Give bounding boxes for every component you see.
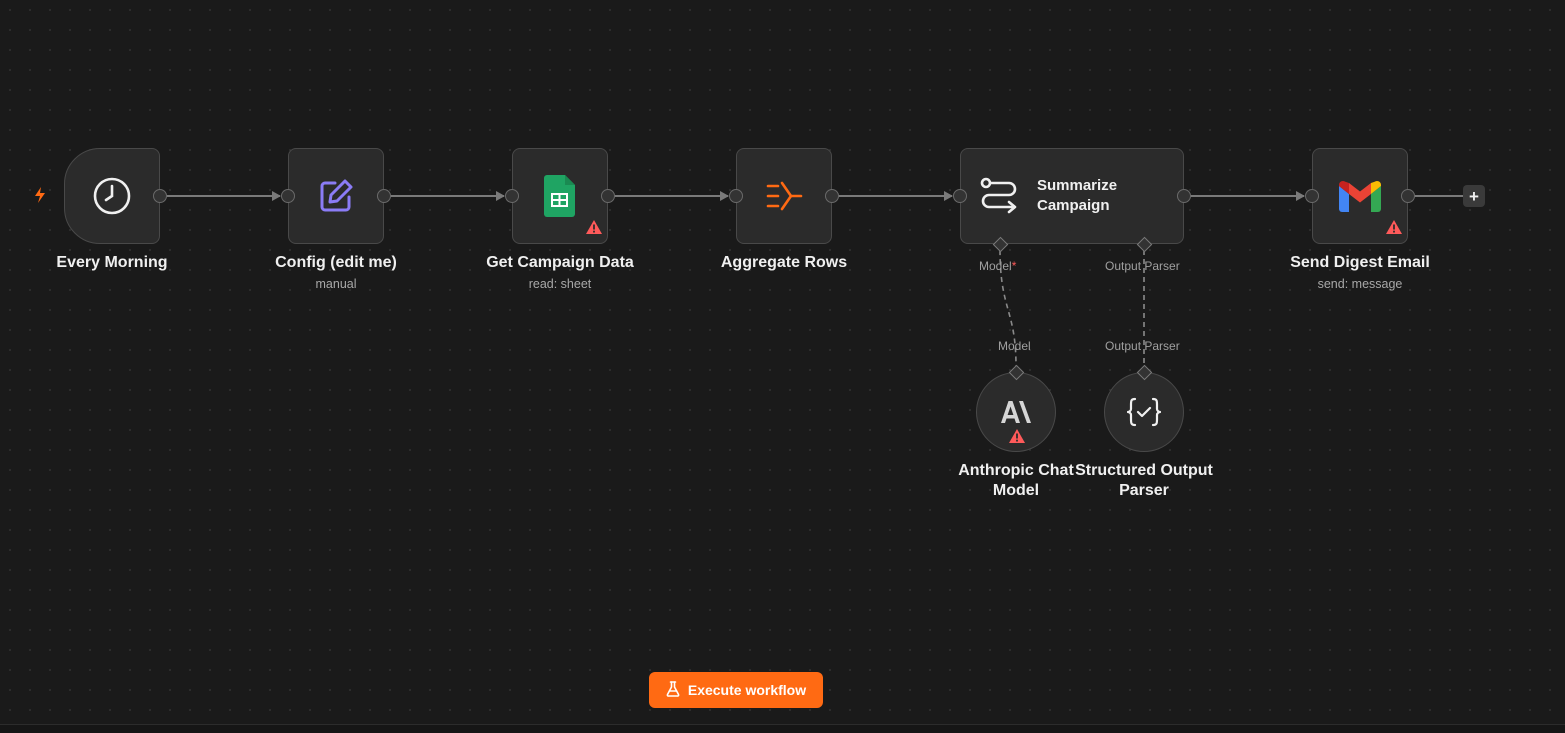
connections-layer xyxy=(167,191,1463,367)
arrow-head xyxy=(272,191,281,201)
trigger-bolt-icon xyxy=(32,186,48,209)
clock-icon xyxy=(92,176,132,216)
node-label: Anthropic Chat Model xyxy=(958,462,1074,499)
output-handle[interactable] xyxy=(153,189,167,203)
node-subtitle: send: message xyxy=(1317,277,1403,291)
execute-workflow-label: Execute workflow xyxy=(687,682,807,698)
json-check-icon xyxy=(1127,397,1161,427)
arrow-head xyxy=(720,191,729,201)
node-structured-output-parser[interactable] xyxy=(1104,372,1184,452)
node-label: Config (edit me) xyxy=(275,254,397,271)
input-handle[interactable] xyxy=(953,189,967,203)
node-anthropic-chat-model[interactable] xyxy=(976,372,1056,452)
edit-icon xyxy=(316,176,356,216)
node-label: Every Morning xyxy=(56,254,168,271)
output-handle[interactable] xyxy=(1177,189,1191,203)
gmail-icon xyxy=(1339,180,1381,212)
node-send-digest-email[interactable] xyxy=(1312,148,1408,244)
workflow-canvas[interactable]: Every Morning Config (edit me) manual Ge… xyxy=(0,0,1565,724)
node-subtitle: manual xyxy=(315,277,357,291)
arrow-head xyxy=(1296,191,1305,201)
required-marker: * xyxy=(1011,259,1017,273)
input-handle[interactable] xyxy=(729,189,743,203)
output-handle[interactable] xyxy=(377,189,391,203)
aggregate-icon xyxy=(764,176,804,216)
node-label: Aggregate Rows xyxy=(720,254,848,271)
node-config[interactable] xyxy=(288,148,384,244)
node-summarize-campaign[interactable]: Summarize Campaign xyxy=(960,148,1184,244)
node-subtitle: read: sheet xyxy=(528,277,592,291)
input-handle[interactable] xyxy=(281,189,295,203)
node-aggregate-rows[interactable] xyxy=(736,148,832,244)
warning-icon xyxy=(1386,220,1402,234)
node-label: Send Digest Email xyxy=(1290,254,1430,271)
warning-icon xyxy=(1009,429,1025,443)
output-handle[interactable] xyxy=(601,189,615,203)
node-label: Structured Output Parser xyxy=(1075,462,1213,499)
input-handle[interactable] xyxy=(505,189,519,203)
add-node-button[interactable]: + xyxy=(1463,185,1485,207)
anthropic-icon xyxy=(1001,401,1031,423)
output-handle[interactable] xyxy=(1401,189,1415,203)
arrow-head xyxy=(496,191,505,201)
model-input-label: Model xyxy=(998,339,1031,353)
model-port-label: Model* xyxy=(979,259,1016,273)
arrow-head xyxy=(944,191,953,201)
node-label: Summarize Campaign xyxy=(1037,177,1118,214)
google-sheets-icon xyxy=(544,175,576,217)
node-label: Get Campaign Data xyxy=(486,254,634,271)
node-every-morning[interactable] xyxy=(64,148,160,244)
output-parser-input-label: Output Parser xyxy=(1105,339,1180,353)
ai-agent-icon xyxy=(979,176,1021,216)
output-parser-port-label: Output Parser xyxy=(1105,259,1180,273)
input-handle[interactable] xyxy=(1305,189,1319,203)
execute-workflow-button[interactable]: Execute workflow xyxy=(649,672,823,708)
output-handle[interactable] xyxy=(825,189,839,203)
flask-icon xyxy=(666,680,680,700)
warning-icon xyxy=(586,220,602,234)
node-get-campaign-data[interactable] xyxy=(512,148,608,244)
model-port-text: Model xyxy=(979,259,1012,273)
